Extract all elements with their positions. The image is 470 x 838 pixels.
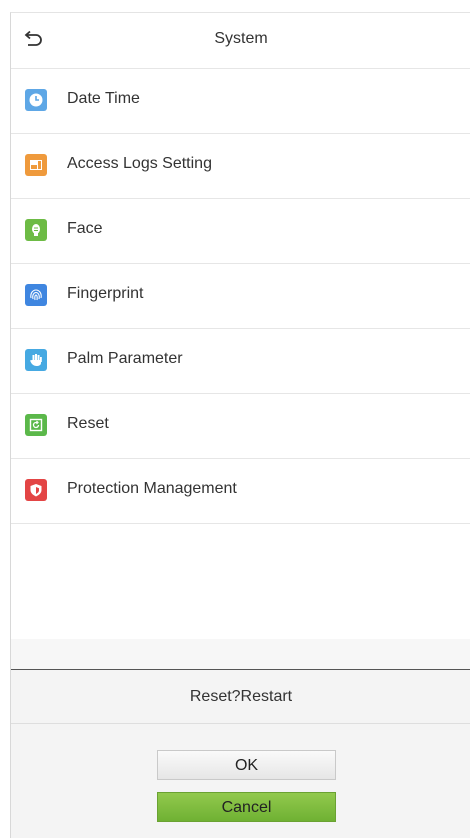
header-bar: System [11, 13, 470, 69]
shield-icon [25, 479, 47, 501]
clock-icon [25, 89, 47, 111]
menu-item-label: Fingerprint [67, 285, 144, 302]
menu-item-label: Reset [67, 415, 109, 432]
page-title: System [214, 30, 268, 47]
reset-icon [25, 414, 47, 436]
menu-item-label: Protection Management [67, 480, 237, 497]
menu-item-access-logs-setting[interactable]: Access Logs Setting [11, 134, 470, 199]
menu-item-label: Palm Parameter [67, 350, 183, 367]
menu-item-protection-management[interactable]: Protection Management [11, 459, 470, 524]
system-screen: System Date Time Access Logs Setting Fac… [10, 12, 470, 838]
menu-item-label: Date Time [67, 90, 140, 107]
confirm-dialog: Reset?Restart OK Cancel [11, 669, 470, 838]
menu-item-face[interactable]: Face [11, 199, 470, 264]
menu-item-fingerprint[interactable]: Fingerprint [11, 264, 470, 329]
log-storage-icon [25, 154, 47, 176]
menu-item-palm-parameter[interactable]: Palm Parameter [11, 329, 470, 394]
fingerprint-icon [25, 284, 47, 306]
menu-item-label: Face [67, 220, 103, 237]
menu-item-reset[interactable]: Reset [11, 394, 470, 459]
menu-list: Date Time Access Logs Setting Face Finge… [11, 69, 470, 524]
face-icon [25, 219, 47, 241]
menu-item-label: Access Logs Setting [67, 155, 212, 172]
ok-button[interactable]: OK [157, 750, 336, 780]
cancel-button[interactable]: Cancel [157, 792, 336, 822]
dialog-message: Reset?Restart [11, 670, 470, 724]
dialog-backdrop [11, 639, 470, 669]
palm-icon [25, 349, 47, 371]
menu-item-date-time[interactable]: Date Time [11, 69, 470, 134]
